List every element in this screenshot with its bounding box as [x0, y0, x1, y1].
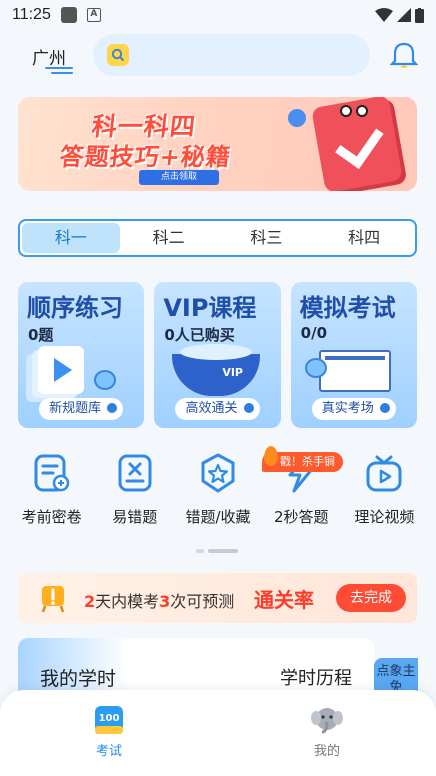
- card-button[interactable]: 高效通关: [175, 398, 260, 420]
- quick-wrong-favorites[interactable]: 错题/收藏: [176, 452, 259, 542]
- a-notification-icon: A: [86, 8, 101, 22]
- tab-exam[interactable]: 100 考试: [0, 690, 218, 776]
- tab-subject-1[interactable]: 科一: [22, 223, 120, 253]
- promo-go-button[interactable]: 去完成: [336, 584, 406, 612]
- search-bar[interactable]: [93, 34, 370, 76]
- play-illustration: [38, 346, 84, 394]
- notification-icon: [60, 7, 77, 23]
- tab-label: 考试: [95, 744, 122, 759]
- status-bar: 11:25 A: [0, 0, 436, 30]
- vip-course-card[interactable]: VIP课程 0人已购买 高效通关: [154, 282, 281, 428]
- header: 广州: [0, 34, 436, 78]
- decor-dot: [288, 109, 306, 127]
- quick-label: 易错题: [112, 508, 158, 526]
- card-stat: 0/0: [300, 324, 328, 342]
- promo-text-part2: 次可预测: [170, 592, 235, 611]
- study-history-link[interactable]: 学时历程: [280, 664, 352, 690]
- sequential-practice-card[interactable]: 顺序练习 0题 新规题库: [18, 282, 145, 428]
- tab-mine[interactable]: 我的: [218, 690, 436, 776]
- tab-subject-4[interactable]: 科四: [315, 223, 413, 253]
- banner-subtitle: 答题技巧+秘籍: [58, 143, 233, 171]
- mascot-icon: [304, 358, 327, 378]
- warning-sign-icon: [41, 586, 65, 612]
- notebook-eyes: [340, 105, 368, 117]
- quick-label: 理论视频: [354, 508, 415, 526]
- search-icon: [107, 44, 129, 66]
- city-menu-icon: [45, 67, 73, 77]
- promo-days: 2: [84, 592, 96, 611]
- city-selector[interactable]: 广州: [32, 44, 66, 69]
- card-stat: 0人已购买: [164, 326, 235, 344]
- promo-text-part1: 天内模考: [95, 592, 160, 611]
- elephant-avatar-icon: [310, 704, 344, 736]
- mascot-icon: [94, 370, 116, 390]
- signal-icon: [397, 8, 411, 22]
- subject-tabs: 科一 科二 科三 科四: [18, 219, 417, 257]
- page-indicator: [196, 549, 238, 553]
- bell-icon[interactable]: [390, 40, 418, 70]
- card-title: VIP课程: [163, 294, 257, 322]
- quick-icons: 考前密卷 易错题 错题/收藏 2秒答题 理论视频: [10, 452, 426, 542]
- wrong-question-icon: [114, 452, 156, 494]
- mock-exam-card[interactable]: 模拟考试 0/0 真实考场: [290, 282, 417, 428]
- card-title: 顺序练习: [27, 294, 123, 322]
- svg-text:100: 100: [99, 713, 120, 724]
- promo-count: 3: [159, 592, 171, 611]
- prediction-promo[interactable]: 2天内模考3次可预测 通关率 去完成: [18, 573, 417, 623]
- tab-subject-2[interactable]: 科二: [120, 223, 218, 253]
- quick-wrong-questions[interactable]: 易错题: [93, 452, 176, 542]
- promo-text: 2天内模考3次可预测: [84, 588, 234, 612]
- card-button[interactable]: 新规题库: [39, 398, 124, 420]
- exam-paper-icon: [31, 452, 73, 494]
- feature-cards: 顺序练习 0题 新规题库 VIP课程 0人已购买 高效通关 模拟考试 0/0 真…: [18, 282, 417, 428]
- vip-boat-illustration: [172, 344, 261, 396]
- quick-label: 2秒答题: [273, 508, 329, 526]
- promo-highlight: 通关率: [254, 588, 314, 612]
- quick-label: 错题/收藏: [185, 508, 251, 526]
- quick-theory-video[interactable]: 理论视频: [343, 452, 426, 542]
- card-stat: 0题: [28, 326, 54, 344]
- video-tv-icon: [363, 452, 405, 494]
- card-button[interactable]: 真实考场: [311, 398, 396, 420]
- wifi-icon: [375, 8, 393, 22]
- status-time: 11:25: [12, 6, 51, 23]
- card-title: 模拟考试: [299, 294, 396, 322]
- bottom-tab-bar: 100 考试 我的: [0, 690, 436, 776]
- tab-subject-3[interactable]: 科三: [218, 223, 316, 253]
- favorite-star-icon: [197, 452, 239, 494]
- tab-label: 我的: [313, 744, 340, 759]
- banner-cta-button[interactable]: 点击领取: [139, 170, 219, 185]
- exam-screen-illustration: [318, 350, 391, 392]
- hot-badge: 戳！杀手锏: [262, 446, 343, 472]
- quick-label: 考前密卷: [21, 508, 82, 526]
- promo-banner[interactable]: 科一科四 答题技巧+秘籍 点击领取: [18, 97, 417, 191]
- study-title: 我的学时: [40, 668, 117, 690]
- exam-100-icon: 100: [92, 704, 126, 736]
- battery-icon: [415, 7, 424, 23]
- quick-exam-paper[interactable]: 考前密卷: [10, 452, 93, 542]
